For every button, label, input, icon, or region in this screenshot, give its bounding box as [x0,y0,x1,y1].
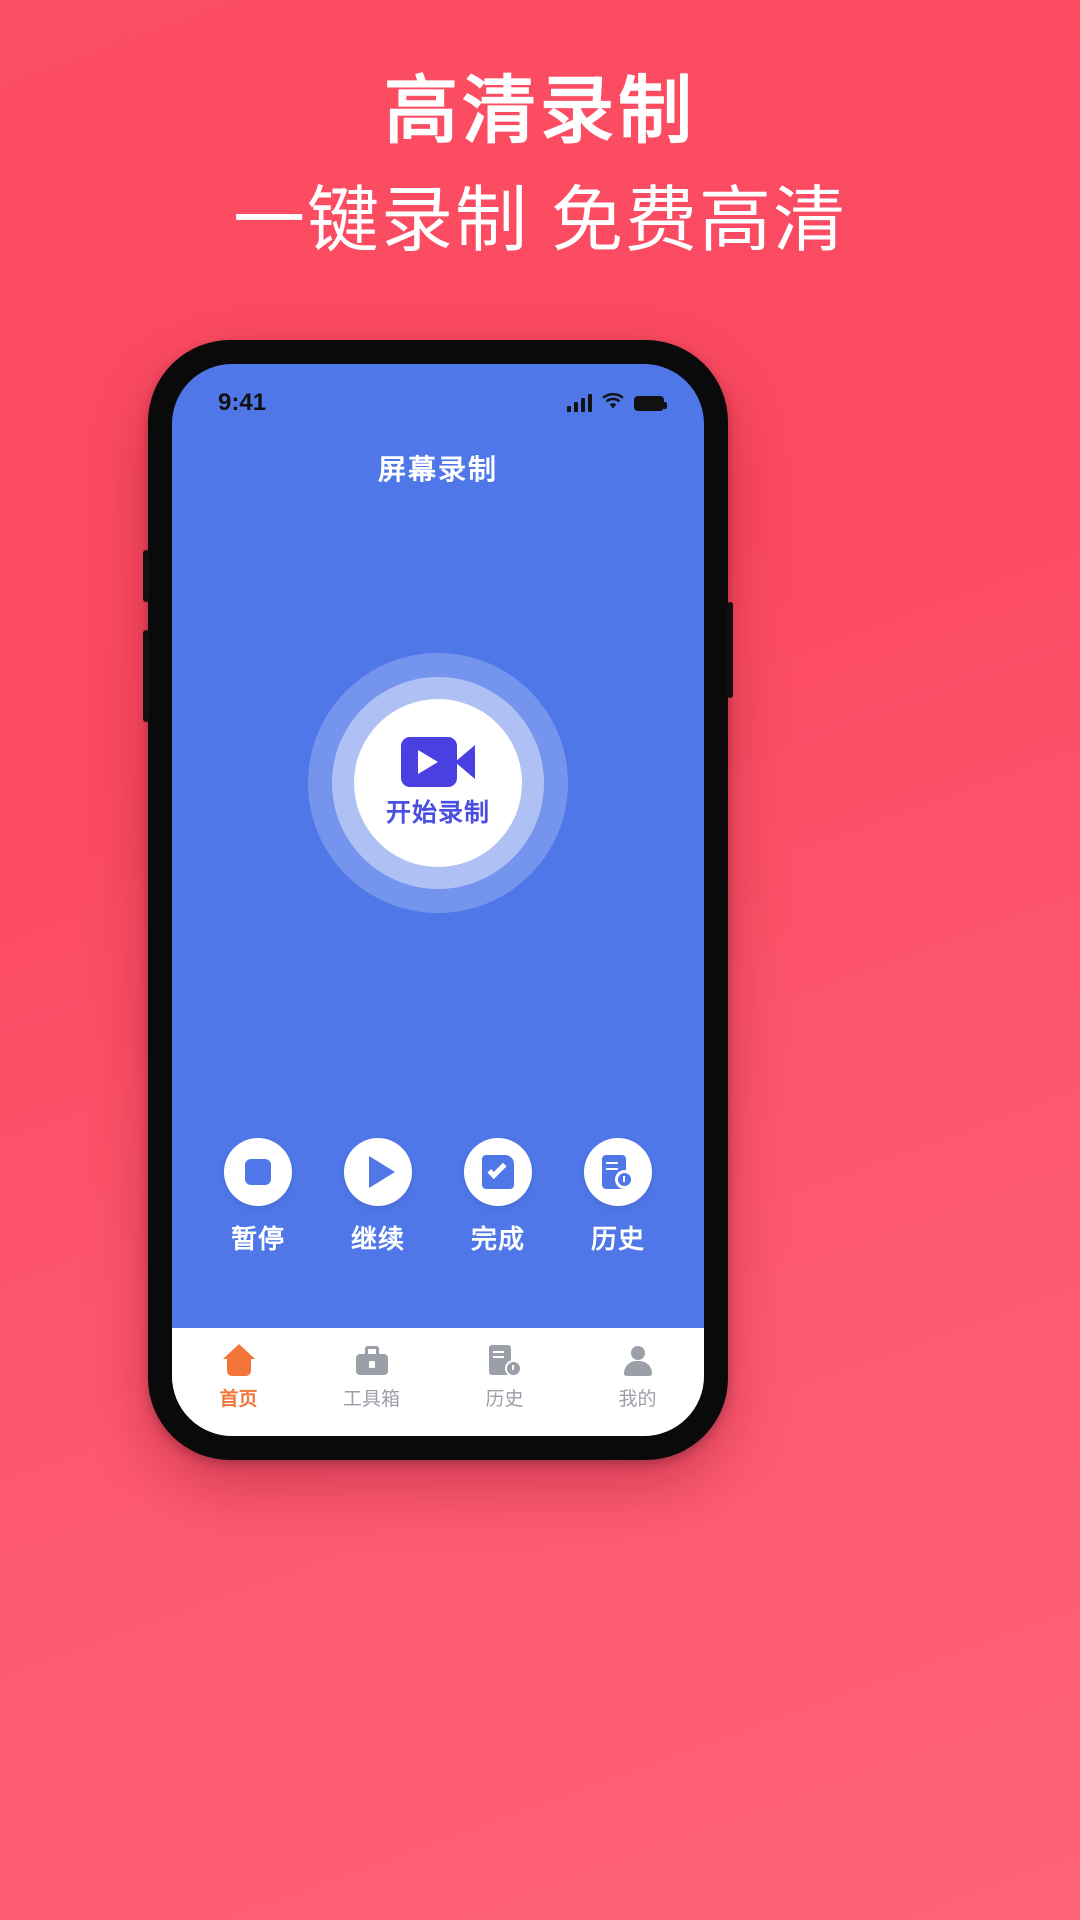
action-pause-label: 暂停 [230,1224,285,1254]
bottom-tab-bar: 首页 工具箱 历史 我的 [172,1328,704,1436]
tab-mine-label: 我的 [618,1388,657,1410]
action-finish-label: 完成 [470,1224,525,1254]
tab-mine[interactable]: 我的 [583,1344,693,1411]
tab-home-label: 首页 [219,1388,258,1410]
tab-toolbox[interactable]: 工具箱 [317,1344,427,1411]
page-subtitle: 一键录制 免费高清 [232,180,847,261]
start-record-label: 开始录制 [385,799,490,827]
record-area: 开始录制 [172,428,704,1138]
document-clock-icon [487,1344,523,1378]
signal-bars-icon [567,394,592,412]
action-finish[interactable]: 完成 [443,1138,553,1256]
start-record-button[interactable]: 开始录制 [354,699,522,867]
video-camera-icon [401,737,475,787]
wifi-icon [602,389,624,417]
status-time: 9:41 [218,389,267,416]
status-icons [567,389,667,417]
tab-history-label: 历史 [485,1388,524,1410]
record-halo-outer: 开始录制 [308,653,568,913]
status-bar: 9:41 [172,364,704,426]
action-resume-label: 继续 [350,1224,405,1254]
phone-mockup: 9:41 屏幕录制 开始录制 暂停 继续 完成 历史 首页 工具箱 历史 我的 [143,340,733,1460]
tab-home[interactable]: 首页 [184,1343,294,1411]
battery-full-icon [634,395,667,411]
promo-header: 高清录制 一键录制 免费高清 [0,0,1080,259]
home-icon [221,1343,257,1378]
action-pause[interactable]: 暂停 [203,1138,313,1256]
person-icon [620,1344,656,1378]
action-row: 暂停 继续 完成 历史 [172,1138,704,1256]
record-halo-mid: 开始录制 [332,677,544,889]
play-triangle-icon [344,1138,412,1206]
phone-power-button [727,602,733,698]
phone-screen: 9:41 屏幕录制 开始录制 暂停 继续 完成 历史 首页 工具箱 历史 我的 [172,364,704,1436]
page-title: 高清录制 [384,69,696,152]
action-history-label: 历史 [590,1224,645,1254]
document-check-icon [464,1138,532,1206]
tab-toolbox-label: 工具箱 [342,1388,400,1410]
tab-history[interactable]: 历史 [450,1344,560,1411]
action-resume[interactable]: 继续 [323,1138,433,1256]
toolbox-icon [354,1344,390,1378]
stop-square-icon [224,1138,292,1206]
action-history[interactable]: 历史 [563,1138,673,1256]
document-clock-icon [584,1138,652,1206]
